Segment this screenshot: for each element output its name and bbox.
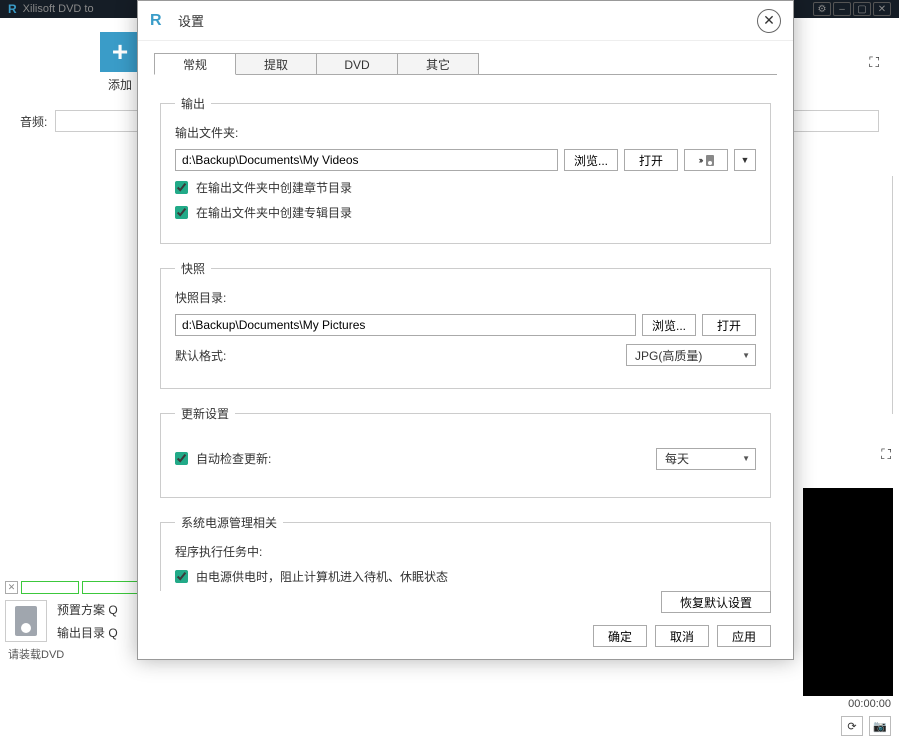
fullscreen-icon[interactable]: ⛶ — [869, 54, 879, 71]
auto-update-checkbox[interactable]: 自动检查更新: — [175, 450, 271, 467]
preview-pane — [803, 488, 893, 696]
snapshot-folder-label: 快照目录: — [175, 289, 756, 306]
thumbnail[interactable] — [21, 581, 79, 594]
close-thumb-icon[interactable]: ✕ — [5, 581, 18, 594]
plus-icon: + — [100, 32, 140, 72]
chapter-dir-check[interactable] — [175, 181, 188, 194]
update-freq-select[interactable]: 每天 — [656, 448, 756, 470]
update-legend: 更新设置 — [175, 405, 235, 422]
ac-power-checkbox[interactable]: 由电源供电时，阻止计算机进入待机、休眠状态 — [175, 568, 756, 585]
bottom-panel: 预置方案 Q 输出目录 Q — [5, 600, 118, 642]
output-folder-label: 输出文件夹: — [175, 124, 756, 141]
tab-bar: 常规 提取 DVD 其它 — [154, 53, 777, 75]
close-app-icon[interactable]: ✕ — [873, 2, 891, 16]
output-browse-button[interactable]: 浏览... — [564, 149, 618, 171]
device-ipod-icon — [5, 600, 47, 642]
snapshot-group: 快照 快照目录: 浏览... 打开 默认格式: JPG(高质量) — [160, 260, 771, 389]
tab-extract[interactable]: 提取 — [235, 53, 317, 75]
settings-icon[interactable]: ⚙ — [813, 2, 831, 16]
dialog-titlebar: R 设置 ✕ — [138, 1, 793, 41]
ac-power-check[interactable] — [175, 570, 188, 583]
output-legend: 输出 — [175, 95, 211, 112]
preset-label: 预置方案 Q — [57, 601, 118, 618]
power-group: 系统电源管理相关 程序执行任务中: 由电源供电时，阻止计算机进入待机、休眠状态 … — [160, 514, 771, 591]
dialog-body: 输出 输出文件夹: 浏览... 打开 ››› ▼ 在输出文件夹中创建章节目录 在… — [138, 75, 793, 591]
app-logo-icon: R — [8, 2, 17, 16]
tab-dvd[interactable]: DVD — [316, 53, 398, 75]
thumbnail[interactable] — [82, 581, 140, 594]
add-label: 添加 — [108, 76, 132, 93]
power-running-label: 程序执行任务中: — [175, 543, 756, 560]
output-dir-label: 输出目录 Q — [57, 624, 118, 641]
output-open-button[interactable]: 打开 — [624, 149, 678, 171]
album-dir-check[interactable] — [175, 206, 188, 219]
apply-button[interactable]: 应用 — [717, 625, 771, 647]
snapshot-folder-input[interactable] — [175, 314, 636, 336]
snapshot-legend: 快照 — [175, 260, 211, 277]
chevrons-icon: ››› — [699, 155, 702, 165]
minimize-icon[interactable]: – — [833, 2, 851, 16]
snapshot-format-label: 默认格式: — [175, 347, 226, 364]
right-panel: ⛶ — [807, 176, 893, 414]
snapshot-format-select[interactable]: JPG(高质量) — [626, 344, 756, 366]
ipod-small-icon — [706, 155, 714, 166]
audio-label: 音频: — [20, 113, 47, 130]
snapshot-open-button[interactable]: 打开 — [702, 314, 756, 336]
device-shortcut-button[interactable]: ››› — [684, 149, 728, 171]
dialog-title: 设置 — [178, 11, 204, 30]
add-button[interactable]: + 添加 — [100, 32, 140, 93]
tab-general[interactable]: 常规 — [154, 53, 236, 75]
cancel-button[interactable]: 取消 — [655, 625, 709, 647]
output-group: 输出 输出文件夹: 浏览... 打开 ››› ▼ 在输出文件夹中创建章节目录 在… — [160, 95, 771, 244]
thumbnail-strip: ✕ — [5, 581, 140, 594]
settings-dialog: R 设置 ✕ 常规 提取 DVD 其它 输出 输出文件夹: 浏览... 打开 ›… — [137, 0, 794, 660]
snapshot-browse-button[interactable]: 浏览... — [642, 314, 696, 336]
restore-defaults-button[interactable]: 恢复默认设置 — [661, 591, 771, 613]
auto-update-check[interactable] — [175, 452, 188, 465]
camera-button-icon[interactable]: 📷 — [869, 716, 891, 736]
snapshot-button-icon[interactable]: ⟳ — [841, 716, 863, 736]
album-dir-checkbox[interactable]: 在输出文件夹中创建专辑目录 — [175, 204, 756, 221]
ok-button[interactable]: 确定 — [593, 625, 647, 647]
status-bar: 请装载DVD — [8, 646, 64, 662]
app-title: Xilisoft DVD to — [23, 3, 94, 15]
dialog-logo-icon: R — [150, 12, 168, 30]
device-dropdown-icon[interactable]: ▼ — [734, 149, 756, 171]
tab-other[interactable]: 其它 — [397, 53, 479, 75]
maximize-icon[interactable]: ▢ — [853, 2, 871, 16]
update-group: 更新设置 自动检查更新: 每天 — [160, 405, 771, 498]
dialog-close-icon[interactable]: ✕ — [757, 9, 781, 33]
expand-icon[interactable]: ⛶ — [881, 446, 891, 463]
power-legend: 系统电源管理相关 — [175, 514, 283, 531]
preview-time: 00:00:00 — [848, 698, 891, 710]
output-folder-input[interactable] — [175, 149, 558, 171]
chapter-dir-checkbox[interactable]: 在输出文件夹中创建章节目录 — [175, 179, 756, 196]
